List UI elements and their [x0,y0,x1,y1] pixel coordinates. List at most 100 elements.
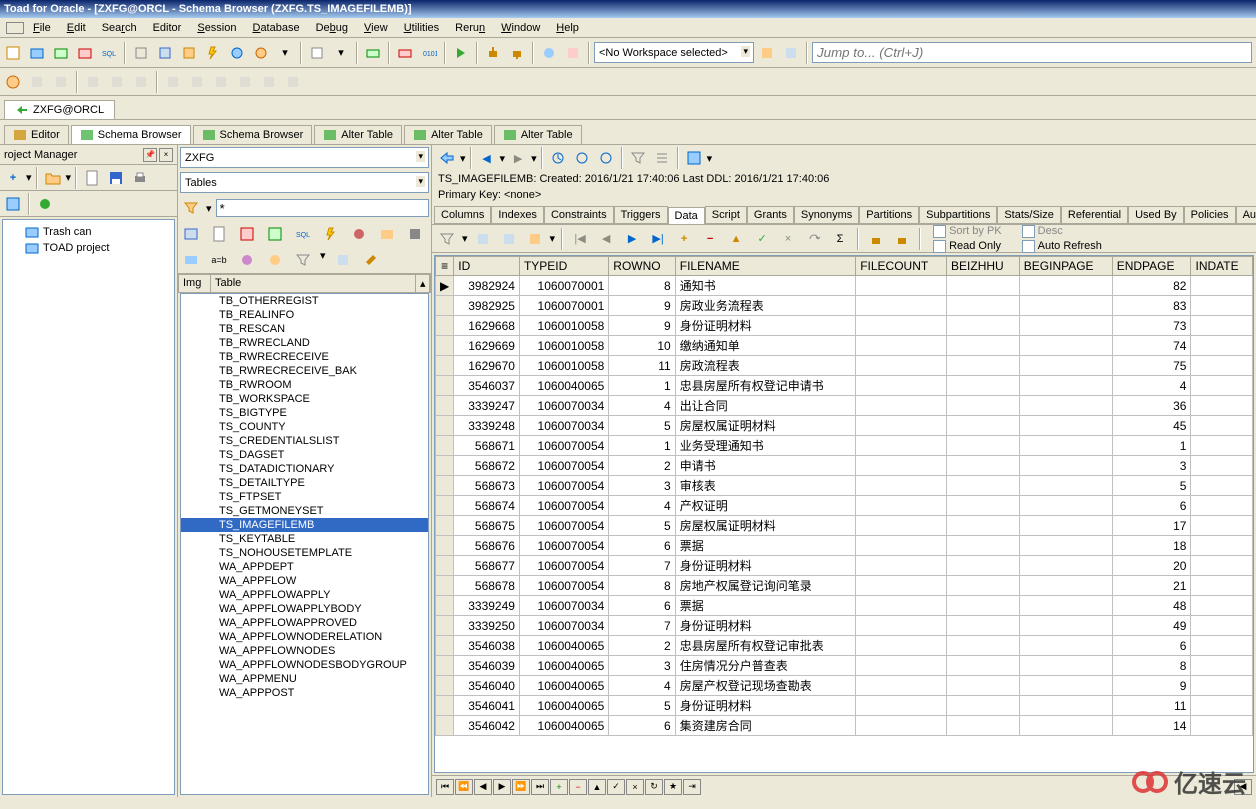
col-img[interactable]: Img [179,275,211,292]
menu-debug[interactable]: Debug [308,20,356,36]
cell-indate[interactable] [1191,276,1253,296]
cell-typeid[interactable]: 1060070034 [519,416,608,436]
nav-add[interactable]: + [550,779,568,795]
nav-ok[interactable]: ✓ [607,779,625,795]
pm-add-btn[interactable]: + [2,167,24,189]
cell-endpage[interactable]: 75 [1112,356,1191,376]
cell-typeid[interactable]: 1060040065 [519,636,608,656]
cell-filename[interactable]: 票据 [675,596,855,616]
cell-typeid[interactable]: 1060010058 [519,316,608,336]
data-tab-auditing[interactable]: Auditing [1236,206,1256,224]
cell-filename[interactable]: 房政流程表 [675,356,855,376]
cell-beizhhu[interactable] [947,496,1020,516]
tb-btn-10[interactable]: ▾ [274,42,296,64]
cell-typeid[interactable]: 1060070034 [519,596,608,616]
cell-beginpage[interactable] [1019,676,1112,696]
cell-rowno[interactable]: 4 [609,496,675,516]
cell-typeid[interactable]: 1060070054 [519,436,608,456]
cell-beginpage[interactable] [1019,396,1112,416]
data-tab-grants[interactable]: Grants [747,206,794,224]
ot-13[interactable] [292,249,314,271]
cell-filecount[interactable] [856,376,947,396]
cell-indate[interactable] [1191,576,1253,596]
tb-btn-11[interactable] [306,42,328,64]
row-indicator[interactable] [436,396,454,416]
page-tab-alter-table[interactable]: Alter Table [494,125,582,144]
table-row[interactable]: 56867110600700541业务受理通知书1 [436,436,1253,456]
cell-endpage[interactable]: 8 [1112,656,1191,676]
tb-btn-6[interactable] [154,42,176,64]
cell-typeid[interactable]: 1060070054 [519,516,608,536]
cell-typeid[interactable]: 1060040065 [519,676,608,696]
cell-typeid[interactable]: 1060070034 [519,616,608,636]
cell-beginpage[interactable] [1019,316,1112,336]
menu-editor[interactable]: Editor [145,20,190,36]
cell-filename[interactable]: 身份证明材料 [675,316,855,336]
nav-next-page[interactable]: ⏩ [512,779,530,795]
data-tab-triggers[interactable]: Triggers [614,206,668,224]
gt-1[interactable] [472,228,494,250]
cell-id[interactable]: 3546041 [454,696,520,716]
nav-goto[interactable]: ⇥ [683,779,701,795]
obj-wa_appflownoderelation[interactable]: WA_APPFLOWNODERELATION [181,630,428,644]
cell-indate[interactable] [1191,536,1253,556]
col-table[interactable]: Table [211,275,416,292]
cell-filecount[interactable] [856,536,947,556]
cell-typeid[interactable]: 1060040065 [519,716,608,736]
tb-btn-9[interactable] [250,42,272,64]
cell-beginpage[interactable] [1019,416,1112,436]
cell-rowno[interactable]: 5 [609,516,675,536]
gt-last[interactable]: ▶| [647,228,669,250]
col-filecount[interactable]: FILECOUNT [856,257,947,276]
cell-filename[interactable]: 集资建房合同 [675,716,855,736]
cell-beginpage[interactable] [1019,636,1112,656]
nav-cancel[interactable]: × [626,779,644,795]
gt-rollback[interactable] [891,228,913,250]
obj-wa_appflowapply[interactable]: WA_APPFLOWAPPLY [181,588,428,602]
tb-btn-5[interactable] [130,42,152,64]
obj-ts_bigtype[interactable]: TS_BIGTYPE [181,406,428,420]
ot-8[interactable] [376,223,398,245]
cell-id[interactable]: 3546039 [454,656,520,676]
cell-endpage[interactable]: 1 [1112,436,1191,456]
cell-filecount[interactable] [856,416,947,436]
obj-ts_county[interactable]: TS_COUNTY [181,420,428,434]
nav-refresh[interactable]: ↻ [645,779,663,795]
cell-beizhhu[interactable] [947,356,1020,376]
gt-3[interactable] [524,228,546,250]
obj-ts_ftpset[interactable]: TS_FTPSET [181,490,428,504]
dt-r3[interactable] [595,147,617,169]
dt-back[interactable] [436,147,458,169]
cell-endpage[interactable]: 20 [1112,556,1191,576]
cell-indate[interactable] [1191,396,1253,416]
tb2-btn-2[interactable] [26,71,48,93]
cell-beizhhu[interactable] [947,476,1020,496]
nav-last[interactable]: ⏭ [531,779,549,795]
pm-item-toad-project[interactable]: TOAD project [7,240,170,256]
cell-indate[interactable] [1191,416,1253,436]
menu-window[interactable]: Window [493,20,548,36]
cell-id[interactable]: 3546042 [454,716,520,736]
cell-indate[interactable] [1191,456,1253,476]
cell-typeid[interactable]: 1060070054 [519,556,608,576]
cell-beizhhu[interactable] [947,676,1020,696]
cell-id[interactable]: 3982925 [454,296,520,316]
cell-filename[interactable]: 房政业务流程表 [675,296,855,316]
row-indicator[interactable] [436,436,454,456]
nav-prev-page[interactable]: ⏪ [455,779,473,795]
dt-r2[interactable] [571,147,593,169]
row-indicator[interactable] [436,476,454,496]
cell-id[interactable]: 3546037 [454,376,520,396]
tb2-btn-7[interactable] [162,71,184,93]
ot-11[interactable] [236,249,258,271]
cell-endpage[interactable]: 4 [1112,376,1191,396]
obj-wa_appdept[interactable]: WA_APPDEPT [181,560,428,574]
row-indicator[interactable]: ▶ [436,276,454,296]
cell-indate[interactable] [1191,656,1253,676]
cell-rowno[interactable]: 11 [609,356,675,376]
data-tab-policies[interactable]: Policies [1184,206,1236,224]
cell-indate[interactable] [1191,716,1253,736]
obj-wa_appflow[interactable]: WA_APPFLOW [181,574,428,588]
filter-input[interactable] [216,199,429,217]
pm-save-btn[interactable] [105,167,127,189]
